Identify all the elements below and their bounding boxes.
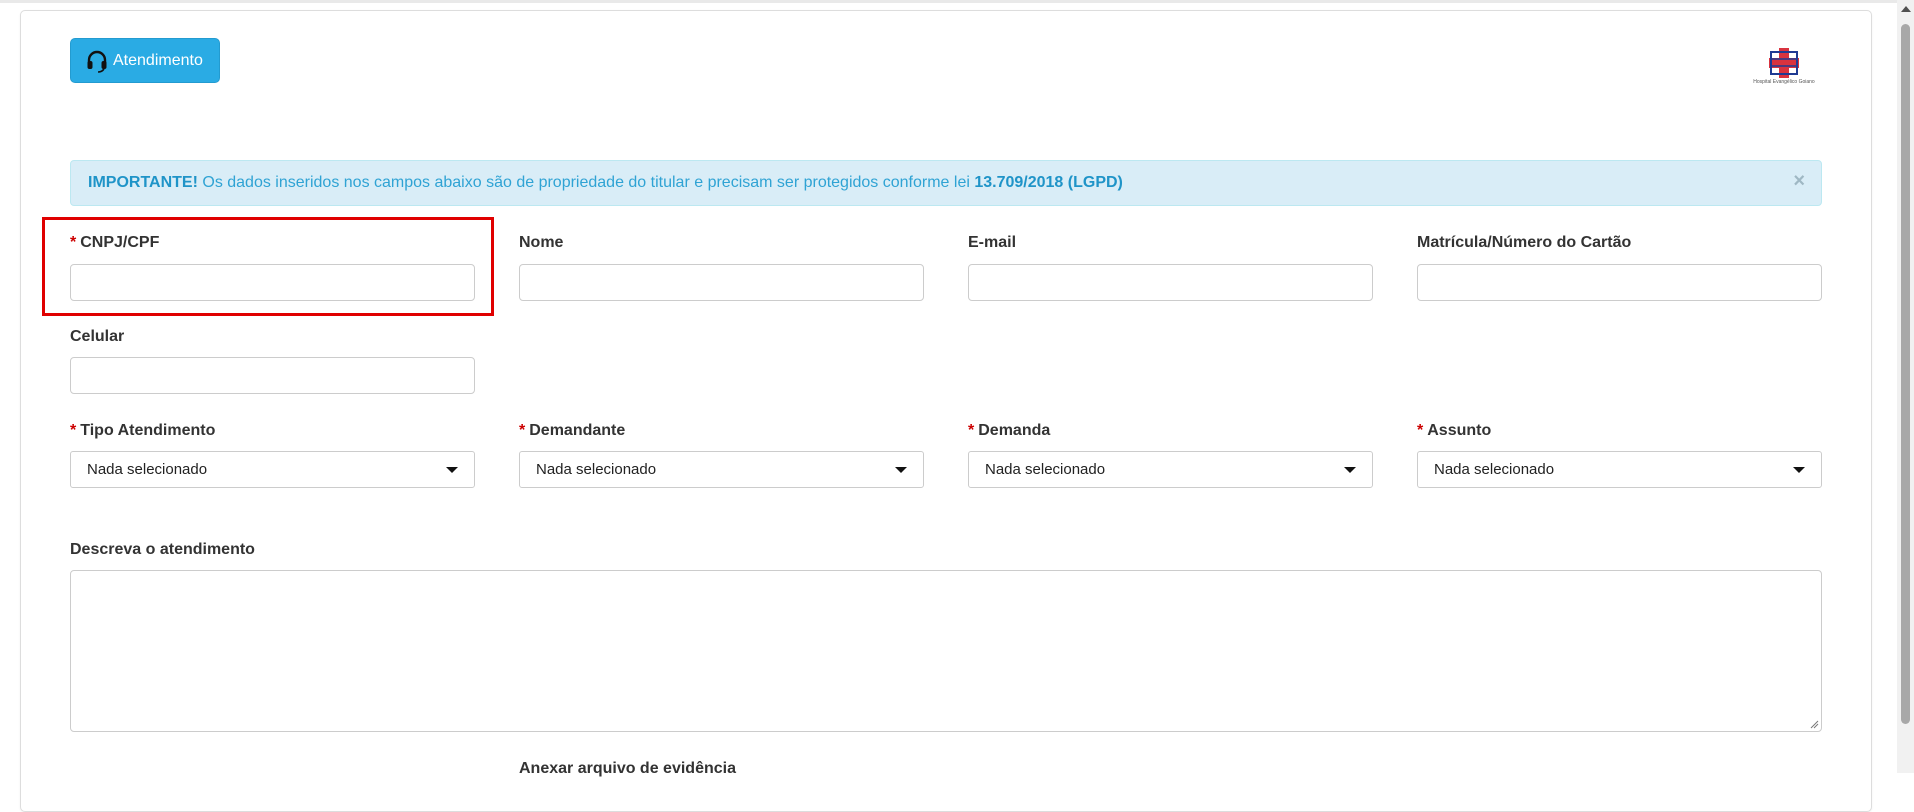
- scroll-thumb[interactable]: [1901, 24, 1910, 724]
- caret-down-icon: [1344, 467, 1356, 473]
- caret-down-icon: [1793, 467, 1805, 473]
- hospital-logo: Hospital Evangélico Goiano: [1749, 46, 1819, 90]
- scroll-up-icon[interactable]: [1901, 6, 1911, 12]
- celular-input[interactable]: [70, 357, 475, 394]
- alert-law: 13.709/2018 (LGPD): [974, 174, 1123, 191]
- tipo-atendimento-select[interactable]: Nada selecionado: [70, 451, 475, 488]
- demanda-select[interactable]: Nada selecionado: [968, 451, 1373, 488]
- page-scrollbar[interactable]: [1897, 0, 1914, 773]
- label-celular: Celular: [70, 328, 125, 345]
- highlight-box: [42, 217, 494, 316]
- caret-down-icon: [895, 467, 907, 473]
- alert-message: Os dados inseridos nos campos abaixo são…: [197, 174, 975, 191]
- headset-icon: [87, 50, 107, 73]
- alert-strong: IMPORTANTE!: [88, 174, 198, 191]
- resize-grip-icon[interactable]: [1809, 719, 1819, 729]
- nome-input[interactable]: [519, 264, 924, 301]
- matricula-input[interactable]: [1417, 264, 1822, 301]
- descricao-textarea[interactable]: [70, 570, 1822, 732]
- caret-down-icon: [446, 467, 458, 473]
- close-icon[interactable]: ×: [1793, 171, 1805, 191]
- logo-caption: Hospital Evangélico Goiano: [1753, 79, 1815, 85]
- top-border: [0, 0, 1897, 3]
- email-input[interactable]: [968, 264, 1373, 301]
- label-email: E-mail: [968, 234, 1017, 251]
- label-descreva: Descreva o atendimento: [70, 541, 255, 558]
- label-demandante: * Demandante: [519, 422, 626, 439]
- lgpd-alert: IMPORTANTE! Os dados inseridos nos campo…: [70, 160, 1822, 206]
- label-nome: Nome: [519, 234, 564, 251]
- atendimento-button-label: Atendimento: [113, 51, 203, 69]
- assunto-select[interactable]: Nada selecionado: [1417, 451, 1822, 488]
- label-assunto: * Assunto: [1417, 422, 1492, 439]
- label-tipo-atendimento: * Tipo Atendimento: [70, 422, 216, 439]
- label-demanda: * Demanda: [968, 422, 1051, 439]
- atendimento-button[interactable]: Atendimento: [70, 38, 220, 83]
- demandante-select[interactable]: Nada selecionado: [519, 451, 924, 488]
- label-anexar: Anexar arquivo de evidência: [519, 760, 736, 777]
- label-matricula: Matrícula/Número do Cartão: [1417, 234, 1632, 251]
